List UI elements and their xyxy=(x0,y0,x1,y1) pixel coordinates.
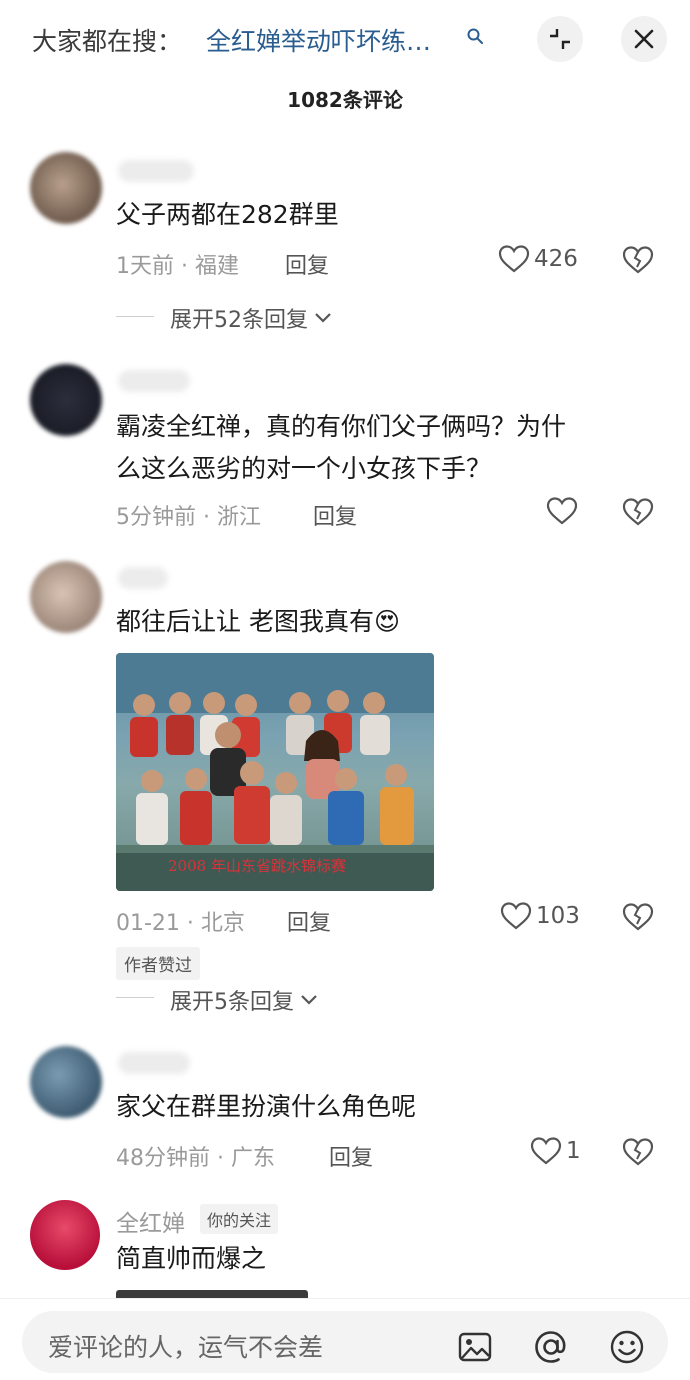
like-button[interactable]: 103 xyxy=(500,901,580,931)
like-count: 426 xyxy=(534,246,578,272)
comment-meta: 01-21 · 北京 xyxy=(116,911,245,936)
comment-item: 都往后让让 老图我真有😍 2008 年山东省跳水锦标赛 01-21 · 北京 回… xyxy=(0,555,690,1015)
blurred-username[interactable] xyxy=(118,567,168,589)
top-bar: 大家都在搜： 全红婵举动吓坏练… xyxy=(0,0,690,80)
trending-search-link[interactable]: 全红婵举动吓坏练… xyxy=(206,22,431,58)
heart-icon[interactable] xyxy=(546,496,578,526)
comment-text: 简直帅而爆之 xyxy=(116,1244,267,1273)
comment-time: 01-21 xyxy=(116,911,180,936)
comment-location: 浙江 xyxy=(216,505,261,530)
comment-time: 48分钟前 xyxy=(116,1146,210,1171)
comment-location: 广东 xyxy=(230,1146,275,1171)
comment-text-line1: 霸凌全红禅，真的有你们父子俩吗？为什 xyxy=(116,412,567,441)
avatar[interactable] xyxy=(30,561,102,633)
mention-icon[interactable] xyxy=(532,1328,570,1366)
heart-eyes-emoji: 😍 xyxy=(373,607,401,636)
reply-button[interactable]: 回复 xyxy=(313,499,357,531)
comment-text-content: 都往后让让 老图我真有 xyxy=(116,607,374,636)
emoji-icon[interactable] xyxy=(608,1328,646,1366)
comment-photo[interactable]: 2008 年山东省跳水锦标赛 xyxy=(116,653,434,891)
search-prefix: 大家都在搜： xyxy=(32,27,183,56)
chevron-down-icon xyxy=(315,313,331,323)
following-badge: 你的关注 xyxy=(200,1204,279,1234)
like-count: 1 xyxy=(566,1138,581,1164)
comment-item: 父子两都在282群里 1天前 · 福建 回复 426 展开52条回复 xyxy=(0,146,690,346)
comment-item: 全红婵 你的关注 简直帅而爆之 xyxy=(0,1196,690,1298)
divider xyxy=(116,316,154,317)
reply-button[interactable]: 回复 xyxy=(329,1140,373,1172)
comment-text-line2: 么这么恶劣的对一个小女孩下手？ xyxy=(116,454,492,483)
dislike-icon[interactable] xyxy=(622,1136,654,1168)
comment-text: 家父在群里扮演什么角色呢 xyxy=(116,1092,417,1121)
avatar[interactable] xyxy=(30,1046,102,1118)
author-liked-badge: 作者赞过 xyxy=(116,947,200,980)
like-button[interactable]: 1 xyxy=(530,1136,581,1166)
expand-replies-label: 展开5条回复 xyxy=(170,990,294,1015)
dislike-icon[interactable] xyxy=(622,244,654,276)
comment-input[interactable]: 爱评论的人，运气不会差 xyxy=(22,1311,668,1373)
blurred-username[interactable] xyxy=(118,1052,190,1074)
reply-button[interactable]: 回复 xyxy=(287,905,331,937)
heart-icon xyxy=(500,902,532,930)
image-icon[interactable] xyxy=(456,1328,494,1366)
comment-time: 1天前 xyxy=(116,254,174,279)
dislike-icon[interactable] xyxy=(622,496,654,528)
collapse-button[interactable] xyxy=(537,16,583,62)
comment-time: 5分钟前 xyxy=(116,505,196,530)
comment-text: 都往后让让 老图我真有😍 xyxy=(116,601,400,643)
comment-text: 父子两都在282群里 xyxy=(116,200,339,229)
avatar[interactable] xyxy=(30,152,102,224)
close-icon xyxy=(634,29,654,49)
comment-photo-partial[interactable] xyxy=(116,1290,308,1298)
blurred-username[interactable] xyxy=(118,370,190,392)
heart-icon xyxy=(498,245,530,273)
close-button[interactable] xyxy=(621,16,667,62)
collapse-icon xyxy=(550,29,570,49)
photo-caption: 2008 年山东省跳水锦标赛 xyxy=(168,857,346,875)
like-count: 103 xyxy=(536,903,580,929)
comment-item: 家父在群里扮演什么角色呢 48分钟前 · 广东 回复 1 xyxy=(0,1040,690,1180)
blurred-username[interactable] xyxy=(118,160,194,182)
expand-replies-button[interactable]: 展开52条回复 xyxy=(170,302,332,334)
expand-replies-button[interactable]: 展开5条回复 xyxy=(170,984,318,1016)
dislike-icon[interactable] xyxy=(622,901,654,933)
expand-replies-label: 展开52条回复 xyxy=(170,308,308,333)
comment-location: 北京 xyxy=(200,911,245,936)
chevron-down-icon xyxy=(301,995,317,1005)
commenter-name[interactable]: 全红婵 xyxy=(116,1204,185,1238)
comment-input-placeholder: 爱评论的人，运气不会差 xyxy=(48,1333,324,1362)
avatar[interactable] xyxy=(30,1200,100,1270)
comment-location: 福建 xyxy=(194,254,239,279)
heart-icon xyxy=(530,1137,562,1165)
avatar[interactable] xyxy=(30,364,102,436)
comment-meta: 48分钟前 · 广东 xyxy=(116,1146,275,1171)
comment-input-bar: 爱评论的人，运气不会差 xyxy=(0,1298,690,1380)
comment-count-title: 1082条评论 xyxy=(287,88,403,112)
comment-meta: 5分钟前 · 浙江 xyxy=(116,505,261,530)
comment-item: 霸凌全红禅，真的有你们父子俩吗？为什 么这么恶劣的对一个小女孩下手？ 5分钟前 … xyxy=(0,356,690,546)
search-icon[interactable] xyxy=(466,27,484,45)
like-button[interactable]: 426 xyxy=(498,244,578,274)
divider xyxy=(116,997,154,998)
comment-meta: 1天前 · 福建 xyxy=(116,254,239,279)
reply-button[interactable]: 回复 xyxy=(285,248,329,280)
